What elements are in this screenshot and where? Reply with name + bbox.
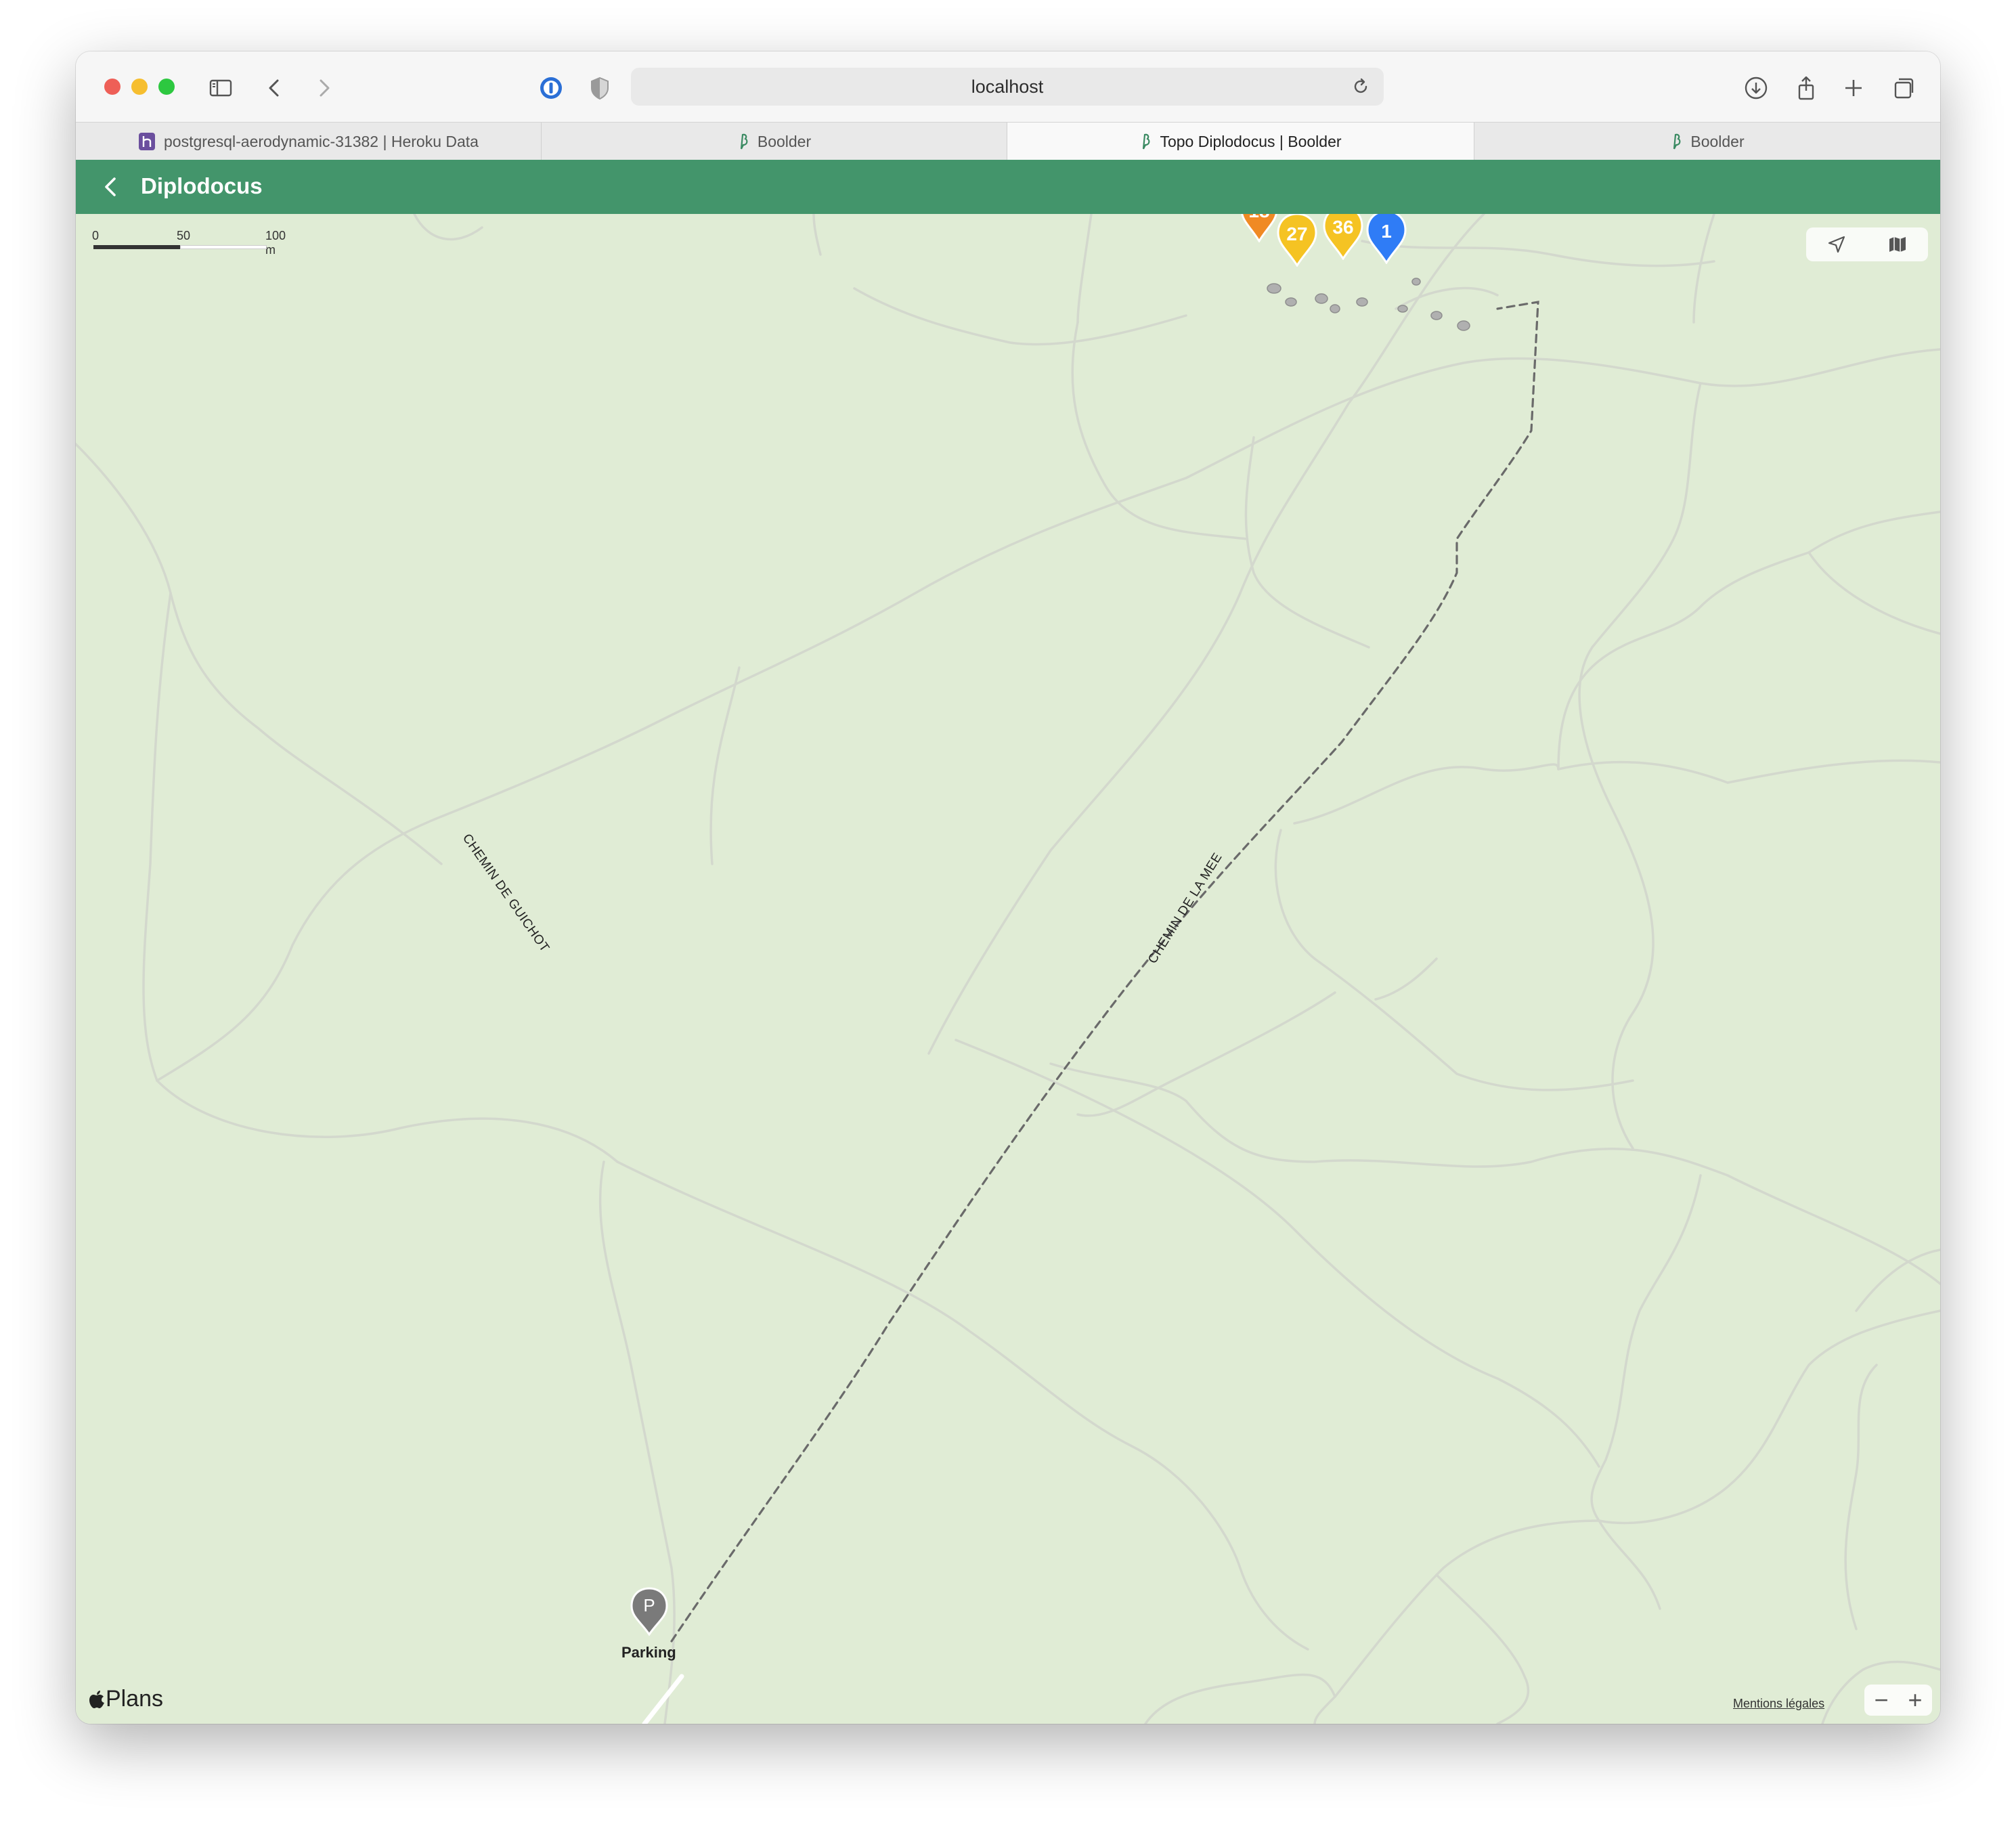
legal-link[interactable]: Mentions légales bbox=[1733, 1697, 1824, 1711]
boulder-marker[interactable]: 27 bbox=[1277, 214, 1317, 267]
boulder-marker[interactable]: 1 bbox=[1366, 214, 1407, 265]
zoom-controls: − + bbox=[1864, 1685, 1932, 1716]
privacy-shield-icon[interactable] bbox=[585, 73, 615, 103]
tab-boolder-2[interactable]: Boolder bbox=[1474, 123, 1940, 160]
tab-boolder[interactable]: Boolder bbox=[542, 123, 1007, 160]
scale-bar-dark bbox=[93, 245, 180, 249]
heroku-icon bbox=[138, 132, 156, 151]
sidebar-toggle-icon[interactable] bbox=[206, 73, 236, 103]
boulder-marker[interactable]: 36 bbox=[1323, 214, 1363, 261]
page-title: Diplodocus bbox=[141, 173, 263, 198]
tab-overview-icon[interactable] bbox=[1889, 73, 1919, 103]
locate-me-icon[interactable] bbox=[1823, 231, 1850, 258]
map-view[interactable]: 0 50 100 m 18 27 36 bbox=[76, 214, 1940, 1724]
browser-toolbar: localhost bbox=[76, 51, 1940, 122]
back-arrow-icon[interactable] bbox=[96, 172, 126, 202]
minimize-window-button[interactable] bbox=[131, 79, 148, 95]
downloads-icon[interactable] bbox=[1741, 73, 1771, 103]
password-manager-icon[interactable] bbox=[536, 73, 566, 103]
boolder-icon bbox=[737, 133, 749, 150]
close-window-button[interactable] bbox=[104, 79, 120, 95]
marker-label: 1 bbox=[1381, 221, 1392, 242]
map-controls bbox=[1806, 227, 1928, 261]
map-scale: 0 50 100 m bbox=[92, 229, 295, 257]
boulder-marker[interactable]: 18 bbox=[1240, 214, 1278, 243]
marker-label: 36 bbox=[1332, 217, 1354, 238]
scale-label: 50 bbox=[177, 229, 191, 242]
boolder-icon bbox=[1670, 133, 1682, 150]
map-type-icon[interactable] bbox=[1884, 231, 1911, 258]
map-attribution: Plans bbox=[88, 1686, 163, 1712]
address-bar[interactable]: localhost bbox=[631, 68, 1384, 106]
map-roads bbox=[76, 214, 1940, 1724]
app-header: Diplodocus bbox=[76, 160, 1940, 214]
scale-bar-light bbox=[180, 245, 267, 249]
maximize-window-button[interactable] bbox=[158, 79, 175, 95]
parking-glyph: P bbox=[643, 1595, 655, 1615]
scale-label: 0 bbox=[92, 229, 100, 242]
boolder-icon bbox=[1139, 133, 1152, 150]
tab-bar: postgresql-aerodynamic-31382 | Heroku Da… bbox=[76, 122, 1940, 160]
back-icon[interactable] bbox=[260, 73, 290, 103]
attribution-text: Plans bbox=[106, 1686, 164, 1712]
parking-label: Parking bbox=[621, 1644, 676, 1661]
tab-title: Topo Diplodocus | Boolder bbox=[1160, 132, 1342, 150]
parking-marker[interactable]: P bbox=[629, 1587, 670, 1636]
tab-title: Boolder bbox=[757, 132, 812, 150]
tab-title: postgresql-aerodynamic-31382 | Heroku Da… bbox=[164, 132, 479, 150]
tab-title: Boolder bbox=[1690, 132, 1745, 150]
reload-icon[interactable] bbox=[1350, 76, 1372, 97]
tab-topo-diplodocus[interactable]: Topo Diplodocus | Boolder bbox=[1007, 123, 1474, 160]
zoom-out-button[interactable]: − bbox=[1874, 1688, 1888, 1712]
forward-icon[interactable] bbox=[309, 73, 338, 103]
marker-label: 18 bbox=[1240, 214, 1278, 222]
share-icon[interactable] bbox=[1791, 73, 1821, 103]
tab-heroku[interactable]: postgresql-aerodynamic-31382 | Heroku Da… bbox=[76, 123, 542, 160]
zoom-in-button[interactable]: + bbox=[1908, 1688, 1922, 1712]
marker-label: 27 bbox=[1286, 223, 1308, 244]
address-bar-url: localhost bbox=[971, 77, 1044, 97]
new-tab-icon[interactable] bbox=[1839, 73, 1868, 103]
scale-label: 100 m bbox=[265, 229, 286, 257]
browser-window: localhost postgresql-aerodynamic-31382 |… bbox=[76, 51, 1940, 1724]
apple-logo-icon bbox=[89, 1690, 104, 1708]
